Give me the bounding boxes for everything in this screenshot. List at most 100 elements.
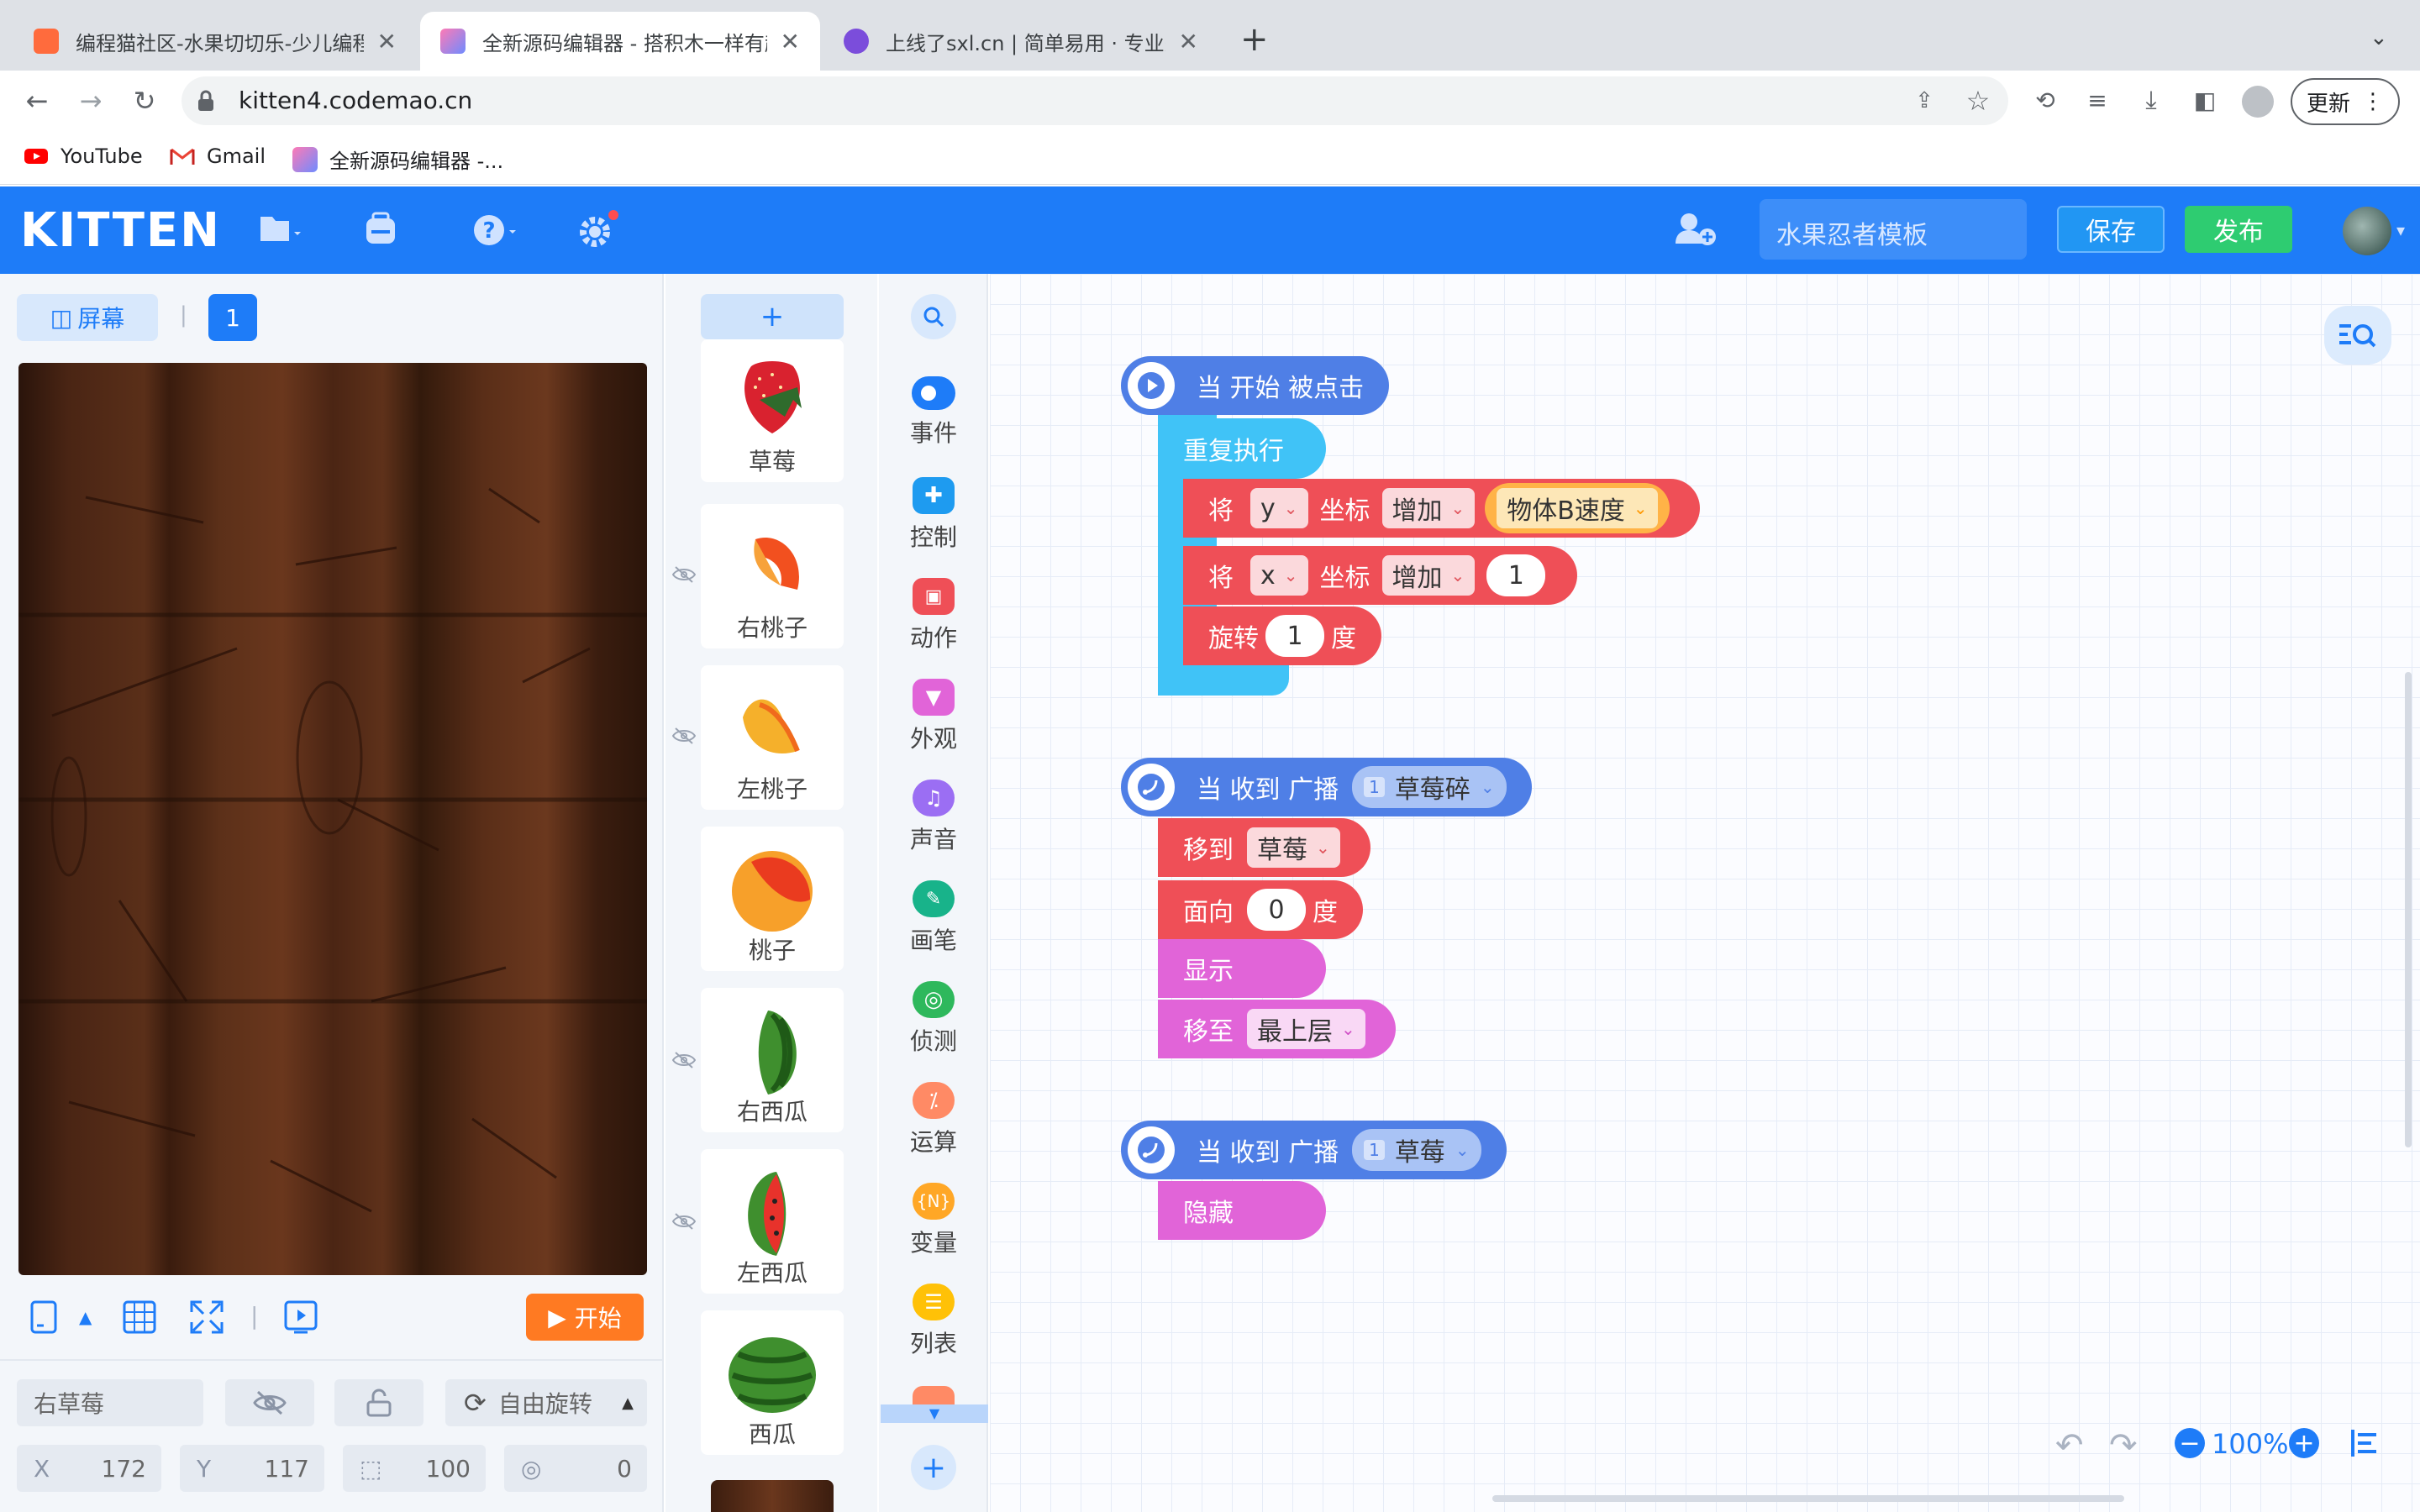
- layer-dropdown[interactable]: 最上层 ⌄: [1247, 1009, 1365, 1049]
- close-icon[interactable]: ✕: [377, 28, 397, 55]
- rotation-mode-select[interactable]: ⟳ 自由旋转 ▲: [445, 1379, 647, 1426]
- add-sprite-button[interactable]: +: [701, 294, 844, 339]
- variable-reporter[interactable]: 物体B速度 ⌄: [1485, 483, 1670, 533]
- vertical-scrollbar[interactable]: [2405, 672, 2412, 1147]
- stage-size-chevron-icon[interactable]: ▲: [79, 1307, 92, 1327]
- axis-dropdown[interactable]: x ⌄: [1250, 555, 1308, 596]
- category-sound[interactable]: ♫ 声音: [879, 780, 988, 855]
- user-avatar[interactable]: [2343, 207, 2391, 255]
- category-operators[interactable]: ⁒ 运算: [879, 1082, 988, 1158]
- scale-field[interactable]: ⬚ 100: [343, 1445, 486, 1492]
- category-motion[interactable]: ▣ 动作: [879, 578, 988, 654]
- bookmark-star-icon[interactable]: ☆: [1961, 84, 1995, 118]
- start-button[interactable]: ▶ 开始: [526, 1294, 644, 1341]
- axis-dropdown[interactable]: y ⌄: [1250, 488, 1308, 528]
- share-icon[interactable]: ⇪: [1907, 84, 1941, 118]
- browser-tab-1[interactable]: 编程猫社区-水果切切乐-少儿编程 ✕: [13, 12, 417, 71]
- rotate-block[interactable]: 旋转 1 度: [1183, 606, 1381, 665]
- target-dropdown[interactable]: 草莓 ⌄: [1247, 827, 1340, 868]
- sprite-item-right-watermelon[interactable]: 右西瓜: [701, 988, 844, 1132]
- sprite-name-field[interactable]: 右草莓: [17, 1379, 203, 1426]
- when-start-clicked-block[interactable]: 当 开始 被点击: [1121, 356, 1390, 415]
- more-menu-icon[interactable]: ⋮: [2362, 89, 2384, 114]
- sprite-item-background-partial[interactable]: [711, 1480, 834, 1512]
- show-block[interactable]: 显示: [1158, 939, 1326, 998]
- profile-icon[interactable]: [2242, 86, 2274, 118]
- save-button[interactable]: 保存: [2057, 206, 2165, 253]
- backpack-icon[interactable]: [361, 208, 408, 252]
- bookmark-gmail[interactable]: Gmail: [170, 144, 266, 168]
- forward-icon[interactable]: →: [74, 84, 108, 118]
- zoom-out-button[interactable]: −: [2175, 1428, 2205, 1458]
- visibility-toggle[interactable]: [225, 1379, 314, 1426]
- category-functions-partial[interactable]: [913, 1386, 955, 1404]
- go-to-sprite-block[interactable]: 移到 草莓 ⌄: [1158, 818, 1370, 877]
- eye-hidden-icon[interactable]: [672, 1052, 696, 1068]
- category-control[interactable]: ✚ 控制: [879, 477, 988, 553]
- change-y-by-block[interactable]: 将 y ⌄ 坐标 增加 ⌄ 物体B速度 ⌄: [1183, 479, 1700, 538]
- go-to-front-layer-block[interactable]: 移至 最上层 ⌄: [1158, 1000, 1396, 1058]
- repeat-block-footer[interactable]: [1158, 664, 1289, 696]
- browser-tab-2[interactable]: 全新源码编辑器 - 搭积木一样有趣 ✕: [420, 12, 820, 71]
- add-extension-button[interactable]: +: [911, 1445, 956, 1490]
- stage-canvas[interactable]: [18, 363, 647, 1275]
- extension-icon[interactable]: ⟲: [2028, 84, 2062, 118]
- screen-button[interactable]: ◫ 屏幕: [17, 294, 158, 341]
- sprite-item-peach[interactable]: 桃子: [701, 827, 844, 971]
- category-looks[interactable]: ▼ 外观: [879, 679, 988, 754]
- preview-icon[interactable]: [284, 1300, 318, 1334]
- broadcast-dropdown[interactable]: 1 草莓 ⌄: [1352, 1129, 1481, 1171]
- hide-block[interactable]: 隐藏: [1158, 1181, 1326, 1240]
- grid-icon[interactable]: [123, 1300, 156, 1334]
- eye-hidden-icon[interactable]: [672, 1213, 696, 1230]
- y-coordinate-field[interactable]: Y 117: [180, 1445, 324, 1492]
- operation-dropdown[interactable]: 增加 ⌄: [1381, 555, 1476, 596]
- variable-dropdown[interactable]: 物体B速度 ⌄: [1497, 488, 1658, 528]
- undo-icon[interactable]: ↶: [2055, 1426, 2084, 1465]
- redo-icon[interactable]: ↷: [2109, 1426, 2138, 1465]
- close-icon[interactable]: ✕: [781, 28, 800, 55]
- sprite-item-watermelon[interactable]: 西瓜: [701, 1310, 844, 1455]
- scroll-down-icon[interactable]: ▼: [881, 1404, 988, 1423]
- sprite-item-left-peach[interactable]: 左桃子: [701, 665, 844, 810]
- back-icon[interactable]: ←: [20, 84, 54, 118]
- broadcast-dropdown[interactable]: 1 草莓碎 ⌄: [1352, 766, 1507, 808]
- category-variables[interactable]: {N} 变量: [879, 1183, 988, 1258]
- number-input[interactable]: 0: [1247, 889, 1306, 931]
- help-icon[interactable]: ?: [471, 208, 518, 252]
- when-receive-broadcast-block[interactable]: 当 收到 广播 1 草莓 ⌄: [1121, 1121, 1507, 1179]
- when-receive-broadcast-block[interactable]: 当 收到 广播 1 草莓碎 ⌄: [1121, 758, 1532, 816]
- fullscreen-icon[interactable]: [190, 1300, 224, 1334]
- stage-size-icon[interactable]: [30, 1300, 57, 1334]
- eye-hidden-icon[interactable]: [672, 566, 696, 583]
- sprite-item-left-watermelon[interactable]: 左西瓜: [701, 1149, 844, 1294]
- point-in-direction-block[interactable]: 面向 0 度: [1158, 880, 1363, 939]
- eye-hidden-icon[interactable]: [672, 727, 696, 744]
- close-icon[interactable]: ✕: [1179, 28, 1198, 55]
- operation-dropdown[interactable]: 增加 ⌄: [1381, 488, 1476, 528]
- horizontal-scrollbar[interactable]: [1492, 1495, 2124, 1502]
- repeat-forever-block[interactable]: 重复执行: [1158, 418, 1326, 479]
- publish-button[interactable]: 发布: [2185, 206, 2292, 253]
- update-button[interactable]: 更新 ⋮: [2291, 78, 2400, 125]
- tab-search-chevron-icon[interactable]: ⌄: [2370, 25, 2388, 50]
- number-input[interactable]: 1: [1265, 615, 1324, 657]
- add-collaborator-icon[interactable]: [1672, 208, 1719, 252]
- change-x-by-block[interactable]: 将 x ⌄ 坐标 增加 ⌄ 1: [1183, 546, 1578, 605]
- reload-icon[interactable]: ↻: [128, 84, 161, 118]
- side-panel-icon[interactable]: ◧: [2188, 84, 2222, 118]
- block-search-button[interactable]: [911, 294, 956, 339]
- folder-icon[interactable]: [257, 208, 304, 252]
- number-input[interactable]: 1: [1486, 554, 1546, 596]
- workspace-search-button[interactable]: [2324, 306, 2391, 365]
- sprite-item-right-peach[interactable]: 右桃子: [701, 504, 844, 648]
- align-blocks-icon[interactable]: [2349, 1428, 2380, 1458]
- bookmark-kitten[interactable]: 全新源码编辑器 -...: [292, 144, 503, 174]
- bookmark-youtube[interactable]: YouTube: [24, 144, 143, 168]
- category-sensing[interactable]: ◎ 侦测: [879, 981, 988, 1057]
- browser-tab-3[interactable]: 上线了sxl.cn | 简单易用 · 专业美 ✕: [823, 12, 1218, 71]
- download-icon[interactable]: ⤓: [2134, 84, 2168, 118]
- project-name-input[interactable]: 水果忍者模板: [1760, 199, 2027, 260]
- kitten-logo[interactable]: KITTEN: [20, 203, 221, 258]
- category-pen[interactable]: ✎ 画笔: [879, 880, 988, 956]
